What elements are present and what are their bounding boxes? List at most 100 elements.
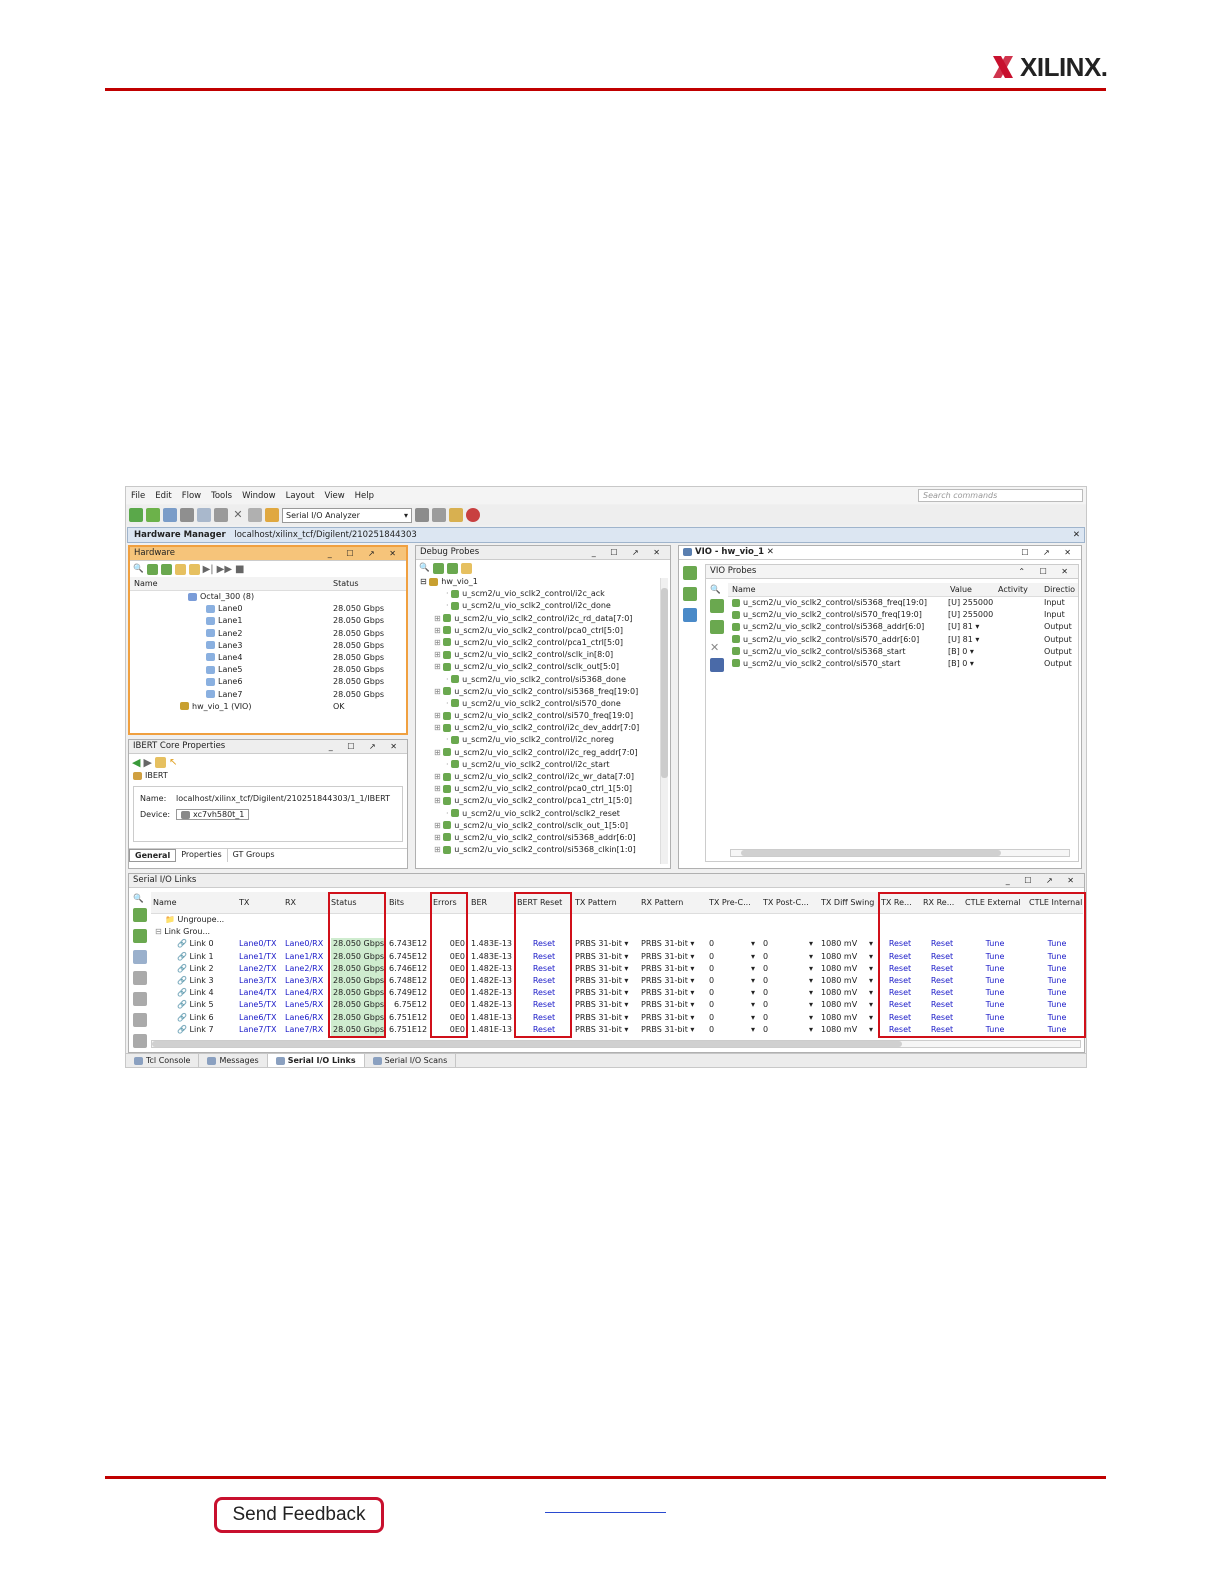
rx-pattern-select[interactable]: PRBS 31-bit ▾ — [641, 1012, 705, 1024]
collapse-icon[interactable] — [133, 908, 147, 922]
hardware-row[interactable]: Lane7 28.050 Gbps — [130, 689, 406, 701]
collapse-icon[interactable] — [710, 599, 724, 613]
vio-row[interactable]: u_scm2/u_vio_sclk2_control/si570_freq[19… — [728, 609, 1078, 621]
send-feedback-button[interactable]: Send Feedback — [214, 1497, 384, 1533]
debug-icon[interactable] — [449, 508, 463, 522]
column-header[interactable]: TX — [239, 892, 283, 914]
hardware-row[interactable]: Lane1 28.050 Gbps — [130, 615, 406, 627]
hardware-row[interactable]: Lane4 28.050 Gbps — [130, 652, 406, 664]
hardware-row[interactable]: Lane2 28.050 Gbps — [130, 628, 406, 640]
export-icon[interactable] — [710, 658, 724, 672]
tx-post-cursor-select[interactable]: 0 ▾ — [763, 1024, 817, 1036]
hardware-row[interactable]: Lane3 28.050 Gbps — [130, 640, 406, 652]
tx-post-cursor-select[interactable]: 0 ▾ — [763, 963, 817, 975]
tx-pre-cursor-select[interactable]: 0 ▾ — [709, 1024, 759, 1036]
vio-probe-value[interactable]: [U] 81 ▾ — [948, 634, 979, 646]
menu-view[interactable]: View — [319, 491, 349, 501]
column-header[interactable]: Bits — [389, 892, 431, 914]
menu-layout[interactable]: Layout — [281, 491, 320, 501]
back-icon[interactable]: ◀ — [132, 756, 140, 769]
tx-pre-cursor-select[interactable]: 0 ▾ — [709, 975, 759, 987]
run-icon[interactable] — [415, 508, 429, 522]
column-header[interactable]: RX — [285, 892, 329, 914]
panel-controls[interactable]: _ ☐ ↗ ✕ — [328, 547, 402, 560]
column-header[interactable]: BER — [471, 892, 515, 914]
tx-post-cursor-select[interactable]: 0 ▾ — [763, 951, 817, 963]
paste-icon[interactable] — [214, 508, 228, 522]
run-trigger-icon[interactable]: ▶| — [203, 564, 214, 575]
horizontal-scrollbar[interactable] — [151, 1040, 1081, 1048]
delete-icon[interactable]: ✕ — [231, 508, 245, 522]
menu-tools[interactable]: Tools — [206, 491, 237, 501]
vio-probe-value[interactable]: [B] 0 ▾ — [948, 658, 974, 670]
tx-pre-cursor-select[interactable]: 0 ▾ — [709, 999, 759, 1011]
tx-diff-swing-select[interactable]: 1080 mV ▾ — [821, 1012, 877, 1024]
tx-post-cursor-select[interactable]: 0 ▾ — [763, 975, 817, 987]
debug-probe[interactable]: ⊞ u_scm2/u_vio_sclk2_control/sclk_out_1[… — [416, 820, 670, 832]
layout-icon[interactable] — [265, 508, 279, 522]
hardware-row[interactable]: hw_vio_1 (VIO) OK — [130, 701, 406, 713]
rx-pattern-select[interactable]: PRBS 31-bit ▾ — [641, 999, 705, 1011]
tx-post-cursor-select[interactable]: 0 ▾ — [763, 938, 817, 950]
tx-pattern-select[interactable]: PRBS 31-bit ▾ — [575, 975, 637, 987]
panel-controls[interactable]: _ ☐ ↗ ✕ — [329, 740, 403, 753]
menu-edit[interactable]: Edit — [150, 491, 176, 501]
debug-probe[interactable]: ⊞ u_scm2/u_vio_sclk2_control/pca1_ctrl[5… — [416, 637, 670, 649]
footer-link[interactable] — [545, 1512, 666, 1513]
remove-icon[interactable]: ✕ — [710, 641, 724, 654]
rx-pattern-select[interactable]: PRBS 31-bit ▾ — [641, 938, 705, 950]
scan-icon[interactable] — [133, 992, 147, 1006]
debug-probe[interactable]: ⊞ u_scm2/u_vio_sclk2_control/sclk_out[5:… — [416, 661, 670, 673]
tx-post-cursor-select[interactable]: 0 ▾ — [763, 999, 817, 1011]
debug-probe[interactable]: ⊞ u_scm2/u_vio_sclk2_control/si5368_addr… — [416, 832, 670, 844]
add-probe-icon[interactable] — [683, 608, 697, 622]
vio-row[interactable]: u_scm2/u_vio_sclk2_control/si5368_addr[6… — [728, 621, 1078, 633]
add-probe-icon[interactable] — [460, 562, 472, 574]
target-icon[interactable] — [174, 563, 186, 575]
vio-row[interactable]: u_scm2/u_vio_sclk2_control/si5368_start [… — [728, 646, 1078, 658]
horizontal-scrollbar[interactable] — [730, 849, 1070, 857]
tx-diff-swing-select[interactable]: 1080 mV ▾ — [821, 1024, 877, 1036]
tab-messages[interactable]: Messages — [199, 1054, 268, 1067]
debug-probe[interactable]: ⊞ u_scm2/u_vio_sclk2_control/pca1_ctrl_1… — [416, 795, 670, 807]
rx-pattern-select[interactable]: PRBS 31-bit ▾ — [641, 1024, 705, 1036]
redo-icon[interactable] — [180, 508, 194, 522]
debug-probe[interactable]: ⊞ u_scm2/u_vio_sclk2_control/si5368_clki… — [416, 844, 670, 856]
stop-icon[interactable] — [432, 508, 446, 522]
debug-probe[interactable]: · u_scm2/u_vio_sclk2_control/i2c_done — [416, 600, 670, 612]
tx-pre-cursor-select[interactable]: 0 ▾ — [709, 1012, 759, 1024]
refresh-icon[interactable] — [188, 563, 200, 575]
rx-pattern-select[interactable]: PRBS 31-bit ▾ — [641, 975, 705, 987]
hardware-row[interactable]: Octal_300 (8) — [130, 591, 406, 603]
tx-diff-swing-select[interactable]: 1080 mV ▾ — [821, 938, 877, 950]
hardware-row[interactable]: Lane0 28.050 Gbps — [130, 603, 406, 615]
forward-icon[interactable]: ▶ — [143, 756, 151, 769]
ibert-device[interactable]: xc7vh580t_1 — [176, 809, 250, 821]
settings-icon[interactable] — [248, 508, 262, 522]
search-icon[interactable]: 🔍 — [133, 894, 147, 904]
refresh-icon[interactable] — [154, 756, 166, 768]
report-icon[interactable] — [133, 1034, 147, 1048]
tx-post-cursor-select[interactable]: 0 ▾ — [763, 1012, 817, 1024]
export-icon[interactable] — [133, 1013, 147, 1027]
panel-controls[interactable]: _ ☐ ↗ ✕ — [1006, 874, 1080, 887]
rx-pattern-select[interactable]: PRBS 31-bit ▾ — [641, 963, 705, 975]
tx-pre-cursor-select[interactable]: 0 ▾ — [709, 987, 759, 999]
debug-probe[interactable]: ⊞ u_scm2/u_vio_sclk2_control/si570_freq[… — [416, 710, 670, 722]
vio-probe-value[interactable]: [B] 0 ▾ — [948, 646, 974, 658]
debug-probe[interactable]: ⊞ u_scm2/u_vio_sclk2_control/si5368_freq… — [416, 686, 670, 698]
debug-probe[interactable]: ⊞ u_scm2/u_vio_sclk2_control/sclk_in[8:0… — [416, 649, 670, 661]
tab-properties[interactable]: Properties — [176, 849, 228, 863]
tab-gt-groups[interactable]: GT Groups — [228, 849, 280, 862]
collapse-icon[interactable] — [146, 563, 158, 575]
vio-row[interactable]: u_scm2/u_vio_sclk2_control/si570_addr[6:… — [728, 634, 1078, 646]
tx-diff-swing-select[interactable]: 1080 mV ▾ — [821, 999, 877, 1011]
rx-pattern-select[interactable]: PRBS 31-bit ▾ — [641, 987, 705, 999]
undo-icon[interactable] — [163, 508, 177, 522]
hardware-row[interactable]: Lane5 28.050 Gbps — [130, 664, 406, 676]
vio-tab[interactable]: VIO - hw_vio_1 ✕ ☐ ↗ ✕ — [679, 546, 1081, 560]
menu-file[interactable]: File — [126, 491, 150, 501]
tx-pattern-select[interactable]: PRBS 31-bit ▾ — [575, 999, 637, 1011]
tab-serial-i-o-links[interactable]: Serial I/O Links — [267, 1054, 365, 1067]
copy-icon[interactable] — [197, 508, 211, 522]
